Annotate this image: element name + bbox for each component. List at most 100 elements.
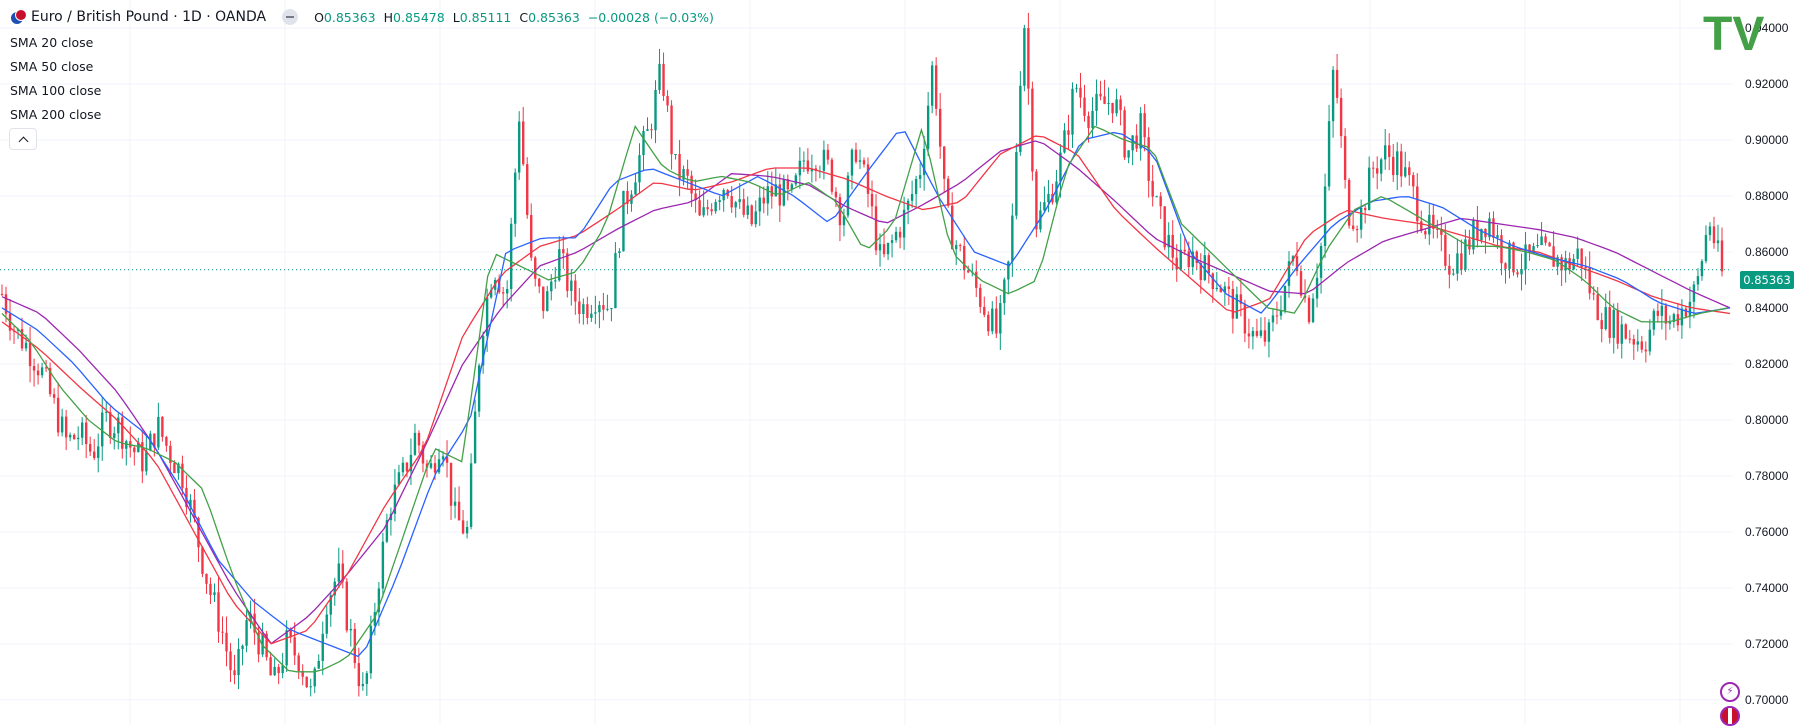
candle-body — [1015, 152, 1018, 216]
candle-body — [401, 462, 405, 473]
symbol-title[interactable]: Euro / British Pound · 1D · OANDA — [31, 9, 266, 25]
minus-icon — [286, 16, 295, 18]
candle-body — [321, 633, 324, 661]
hide-symbol-button[interactable] — [282, 9, 299, 25]
candle-body — [542, 286, 545, 312]
candle-body — [1444, 234, 1447, 266]
chart-grid — [0, 0, 1732, 725]
candle-body — [64, 416, 68, 438]
candle-body — [558, 249, 561, 281]
candle-body — [1047, 193, 1050, 203]
tradingview-logo[interactable]: TV — [1703, 10, 1789, 56]
candle-body — [758, 197, 761, 212]
y-tick-label: 0.92000 — [1745, 77, 1789, 91]
uk-flag-icon[interactable] — [1720, 706, 1740, 726]
candle-body — [1267, 322, 1271, 342]
candle-body — [1163, 206, 1166, 248]
candle-body — [1247, 333, 1251, 337]
candle-body — [546, 291, 549, 312]
candle-body — [995, 308, 998, 334]
y-tick-label: 0.72000 — [1745, 637, 1789, 651]
candle-body — [991, 308, 994, 332]
candle-body — [1396, 151, 1399, 176]
candle-body — [273, 666, 276, 676]
candle-body — [501, 292, 505, 294]
candle-body — [1704, 235, 1708, 262]
candle-body — [233, 670, 236, 676]
candle-body — [1576, 248, 1579, 259]
candle-body — [742, 199, 745, 215]
candle-body — [834, 191, 838, 198]
candle-body — [305, 676, 308, 688]
legend-sma-20[interactable]: SMA 20 close — [10, 35, 101, 59]
candle-body — [1468, 239, 1471, 250]
indicator-name: SMA — [10, 83, 38, 98]
candle-body — [469, 463, 473, 527]
candle-body — [1071, 88, 1074, 135]
price-chart[interactable]: 0.70000 0.72000 0.74000 0.76000 0.78000 0.800… — [0, 0, 1800, 725]
candle-body — [1123, 110, 1126, 158]
candle-body — [610, 308, 613, 310]
candle-body — [1159, 196, 1162, 207]
candle-body — [317, 660, 320, 669]
candle-body — [1524, 244, 1527, 270]
candle-body — [84, 422, 88, 445]
candle-body — [1492, 218, 1495, 238]
candle-body — [1636, 341, 1639, 345]
candle-body — [1632, 339, 1635, 345]
legend-sma-100[interactable]: SMA 100 close — [10, 83, 101, 107]
sma-50-line — [1, 131, 1731, 658]
candle-body — [1187, 251, 1190, 268]
candle-body — [1380, 159, 1383, 174]
candle-body — [846, 175, 850, 216]
candle-body — [1087, 115, 1090, 129]
candle-body — [963, 246, 966, 271]
candle-body — [72, 434, 76, 440]
candle-body — [886, 242, 890, 255]
candle-body — [730, 196, 733, 208]
candle-body — [854, 149, 858, 162]
candle-body — [1275, 315, 1279, 317]
candle-body — [1504, 263, 1507, 269]
change-value: −0.00028 (−0.03%) — [587, 9, 714, 25]
candle-body — [850, 149, 854, 176]
indicator-source: 20 close — [41, 35, 94, 50]
candle-body — [1648, 329, 1652, 352]
candle-body — [658, 63, 661, 91]
candle-body — [1035, 171, 1038, 230]
candle-body — [269, 657, 272, 676]
y-tick-label: 0.84000 — [1745, 301, 1789, 315]
candle-body — [598, 305, 601, 313]
candle-body — [662, 63, 665, 96]
candle-body — [209, 583, 212, 595]
candle-body — [822, 149, 826, 171]
currency-pair-flag-icon — [10, 9, 27, 25]
candle-body — [538, 278, 541, 287]
lightning-icon[interactable]: ⚡ — [1720, 682, 1740, 702]
candle-body — [309, 686, 312, 688]
candle-body — [113, 433, 116, 438]
candle-body — [1327, 121, 1331, 187]
candle-body — [361, 684, 365, 687]
candle-body — [245, 620, 248, 646]
legend-sma-50[interactable]: SMA 50 close — [10, 59, 101, 83]
candle-body — [1540, 236, 1543, 246]
candle-body — [285, 630, 288, 666]
candle-body — [297, 655, 300, 671]
price-axis[interactable]: 0.70000 0.72000 0.74000 0.76000 0.78000 0.800… — [1745, 21, 1789, 707]
candle-body — [357, 663, 361, 687]
candle-body — [221, 631, 224, 633]
candle-body — [145, 450, 148, 472]
candle-body — [1075, 87, 1078, 89]
candle-body — [934, 65, 938, 109]
collapse-legend-button[interactable] — [9, 128, 37, 150]
candle-body — [1343, 136, 1347, 180]
last-price-label: 0.85363 — [1740, 271, 1794, 289]
ohlc-values: O0.85363 H0.85478 L0.85111 C0.85363 — [314, 10, 580, 25]
candle-body — [325, 614, 328, 634]
y-tick-label: 0.78000 — [1745, 469, 1789, 483]
candle-body — [802, 160, 806, 162]
candle-body — [1428, 214, 1431, 235]
candle-body — [1119, 99, 1122, 111]
candle-body — [453, 501, 457, 506]
